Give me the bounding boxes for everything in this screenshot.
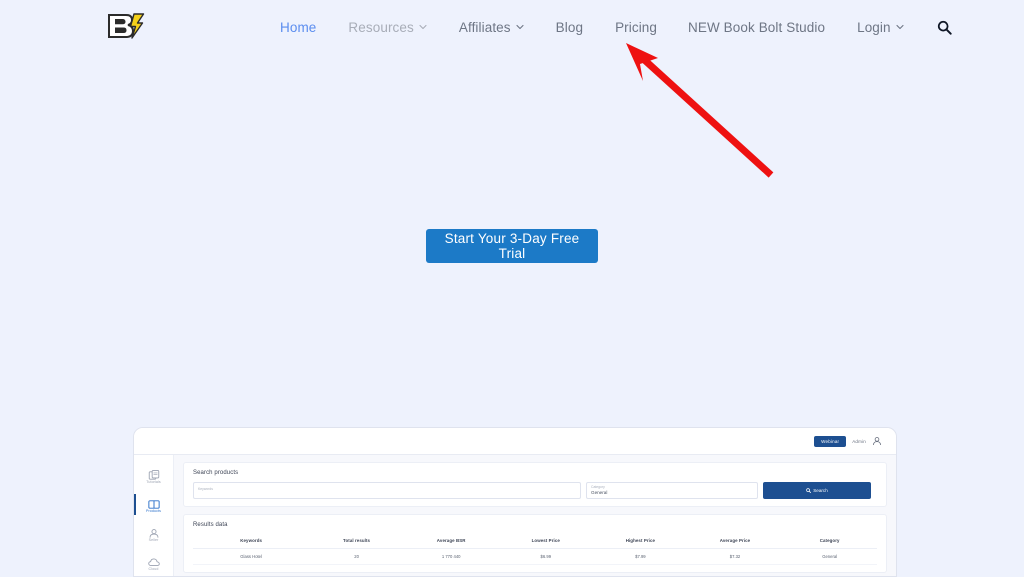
main-navigation: Home Resources Affiliates Blog Pricing N… (280, 0, 954, 55)
nav-label-login: Login (857, 20, 891, 35)
nav-item-blog[interactable]: Blog (556, 20, 583, 35)
book-bolt-logo[interactable] (104, 12, 146, 40)
chevron-down-icon (896, 23, 904, 31)
admin-label: Admin (852, 438, 866, 444)
nav-item-pricing[interactable]: Pricing (615, 20, 657, 35)
nav-item-affiliates[interactable]: Affiliates (459, 20, 524, 35)
table-cell: Glass Hotel (193, 548, 310, 565)
mockup-sidebar: Tutorials Products Seller Cloud (134, 455, 174, 576)
mockup-search-label: Search (813, 488, 828, 493)
search-panel-title: Search products (193, 470, 239, 476)
table-cell: $7.32 (687, 548, 783, 565)
results-panel-title: Results data (193, 522, 228, 528)
user-avatar-icon[interactable] (872, 436, 882, 446)
table-header-row: Keywords Total results Average BSR Lowest P… (193, 534, 877, 549)
sidebar-item-tutorials[interactable]: Tutorials (134, 461, 173, 490)
results-table: Keywords Total results Average BSR Lowest P… (193, 534, 877, 565)
webinar-button[interactable]: Webinar (814, 435, 847, 447)
search-icon[interactable] (936, 19, 954, 37)
table-cell: 20 (309, 548, 404, 565)
annotation-arrow-icon (626, 43, 774, 178)
table-cell: $6.99 (498, 548, 594, 565)
seller-icon (148, 526, 160, 538)
nav-label-pricing: Pricing (615, 20, 658, 35)
nav-item-login[interactable]: Login (857, 20, 904, 35)
start-free-trial-button[interactable]: Start Your 3-Day Free Trial (426, 229, 598, 263)
nav-label-blog: Blog (555, 20, 584, 35)
table-header-cell: Category (782, 534, 877, 549)
category-label: Category (591, 484, 605, 489)
table-cell: 1 770 440 (403, 548, 499, 565)
cloud-icon (147, 555, 160, 566)
mockup-body: Tutorials Products Seller Cloud Search p… (134, 454, 896, 576)
nav-item-book-bolt-studio[interactable]: NEW Book Bolt Studio (688, 20, 825, 35)
results-data-panel: Results data Keywords Total results Averag… (183, 514, 887, 573)
nav-item-home[interactable]: Home (280, 20, 316, 35)
sidebar-item-products[interactable]: Products (134, 490, 173, 519)
results-table-body: Glass Hotel 20 1 770 440 $6.99 $7.99 $7.32 Gen… (193, 548, 877, 565)
table-header-cell: Highest Price (593, 534, 688, 549)
nav-label-home: Home (280, 20, 317, 35)
mockup-content-area: Search products Keywords Category Genera… (174, 455, 896, 576)
sidebar-label-cloud: Cloud (148, 566, 159, 571)
keywords-label: Keywords (198, 487, 213, 492)
sidebar-label-seller: Seller (148, 537, 159, 542)
table-cell: General (782, 548, 877, 565)
chevron-down-icon (516, 23, 524, 31)
category-select[interactable]: Category General (586, 482, 758, 499)
search-icon (806, 487, 812, 494)
nav-item-resources[interactable]: Resources (348, 20, 427, 35)
tutorials-icon (148, 468, 160, 480)
mockup-topbar: Webinar Admin (134, 428, 896, 454)
category-value: General (591, 489, 608, 495)
chevron-down-icon (419, 23, 427, 31)
nav-label-resources: Resources (348, 20, 414, 35)
sidebar-label-tutorials: Tutorials (146, 479, 161, 484)
sidebar-label-products: Products (146, 508, 161, 513)
site-header: Home Resources Affiliates Blog Pricing N… (0, 0, 1024, 55)
book-icon (147, 497, 160, 509)
table-header-cell: Total results (309, 534, 404, 549)
table-header-cell: Lowest Price (498, 534, 594, 549)
table-header-cell: Average BSR (403, 534, 499, 549)
app-screenshot-mockup: Webinar Admin Tutorials Products Seller … (133, 427, 897, 577)
table-header-cell: Keywords (193, 534, 310, 549)
table-header-cell: Average Price (687, 534, 783, 549)
nav-label-affiliates: Affiliates (458, 20, 511, 35)
search-products-panel: Search products Keywords Category Genera… (183, 462, 887, 507)
sidebar-item-seller[interactable]: Seller (134, 519, 173, 548)
table-row[interactable]: Glass Hotel 20 1 770 440 $6.99 $7.99 $7.32 Gen… (193, 548, 877, 565)
keywords-input[interactable]: Keywords (193, 482, 581, 499)
mockup-search-button[interactable]: Search (763, 482, 871, 499)
table-cell: $7.99 (593, 548, 688, 565)
nav-label-book-bolt-studio: NEW Book Bolt Studio (688, 20, 826, 35)
search-row: Keywords Category General Search (193, 482, 877, 499)
